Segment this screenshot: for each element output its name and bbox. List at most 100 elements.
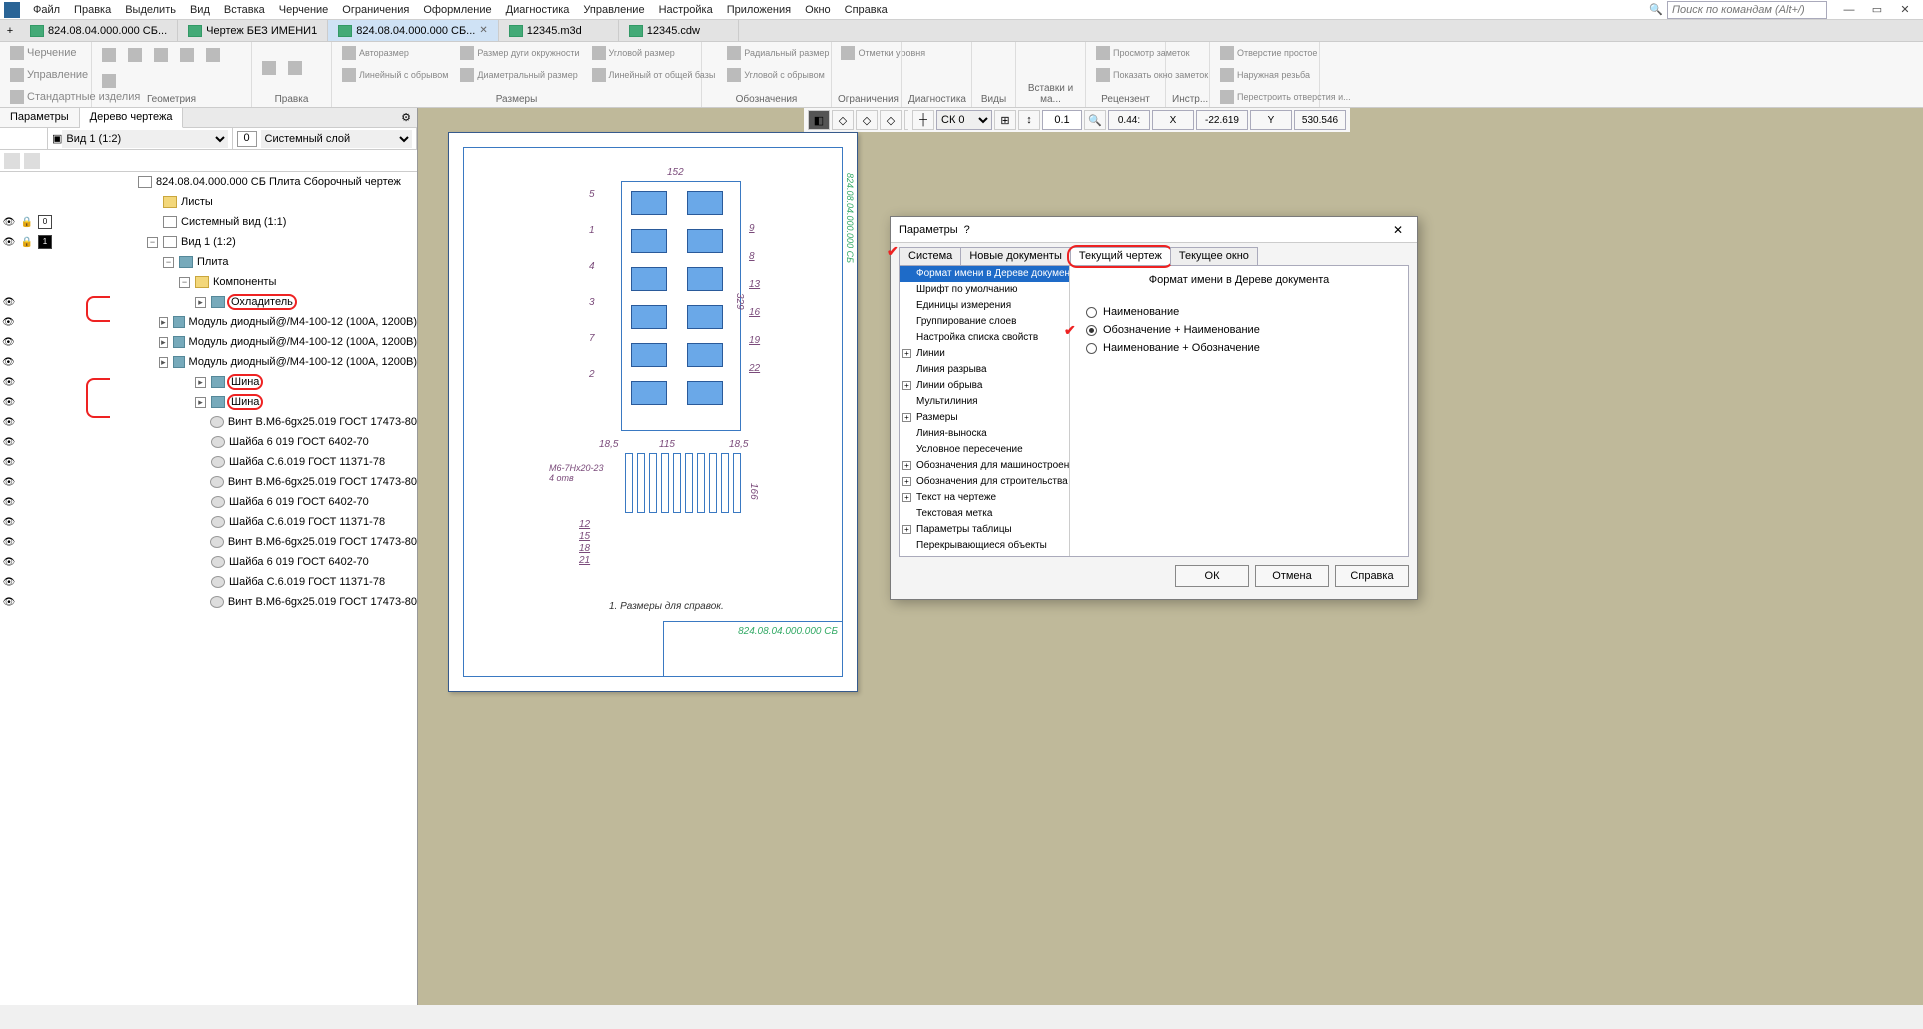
tree-row[interactable]: 👁▸Модуль диодный@/M4-100-12 (100А, 1200В… (0, 332, 417, 352)
tree-row[interactable]: 👁Шайба 6 019 ГОСТ 6402-70 (0, 552, 417, 572)
menu-view[interactable]: Вид (183, 2, 217, 18)
cancel-button[interactable]: Отмена (1255, 565, 1329, 587)
tree-row[interactable]: Листы (0, 192, 417, 212)
tree-row[interactable]: 👁Винт В.М6-6gx25.019 ГОСТ 17473-80 (0, 532, 417, 552)
tree-row[interactable]: 👁Шайба 6 019 ГОСТ 6402-70 (0, 492, 417, 512)
menu-constraints[interactable]: Ограничения (335, 2, 416, 18)
dlg-tree-item[interactable]: +Текст на чертеже (900, 490, 1069, 506)
dialog-titlebar[interactable]: Параметры ? ✕ (891, 217, 1417, 243)
tree-row[interactable]: 👁Винт В.М6-6gx25.019 ГОСТ 17473-80 (0, 472, 417, 492)
dim-auto[interactable]: Авторазмер (338, 44, 452, 62)
tree-row[interactable]: 👁▸Модуль диодный@/M4-100-12 (100А, 1200В… (0, 312, 417, 332)
dialog-tree[interactable]: Формат имени в Дереве документаШрифт по … (900, 266, 1070, 556)
geom-btn[interactable] (98, 44, 120, 66)
new-tab-button[interactable]: + (0, 20, 20, 41)
menu-insert[interactable]: Вставка (217, 2, 272, 18)
panel-gear-icon[interactable]: ⚙ (395, 108, 417, 127)
geom-btn[interactable] (202, 44, 224, 66)
dlg-tree-item[interactable]: +Обозначения для машиностроения (900, 458, 1069, 474)
tree-row[interactable]: 👁▸Шина (0, 392, 417, 412)
dlg-tree-item[interactable]: Текстовая метка (900, 506, 1069, 522)
radio-naming-0[interactable]: Наименование (1086, 306, 1392, 318)
dlg-tree-item[interactable]: Условное пересечение (900, 442, 1069, 458)
edit-btn[interactable] (284, 44, 306, 92)
dlg-tree-item[interactable]: Линия-выноска (900, 426, 1069, 442)
step-toggle[interactable]: ⊞ (994, 110, 1016, 130)
dlg-tab-newdocs[interactable]: Новые документы (960, 247, 1071, 265)
dlg-tree-item[interactable]: Настройка списка свойств (900, 330, 1069, 346)
layer-select[interactable]: Системный слой (261, 130, 413, 148)
file-tab-1[interactable]: Чертеж БЕЗ ИМЕНИ1 (178, 20, 328, 41)
dim-linear-base[interactable]: Линейный от общей базы (588, 66, 720, 84)
dlg-tree-item[interactable]: +Обозначения для строительства (900, 474, 1069, 490)
menu-diagnostics[interactable]: Диагностика (499, 2, 577, 18)
menu-settings[interactable]: Настройка (652, 2, 720, 18)
menu-edit[interactable]: Правка (67, 2, 118, 18)
view-select[interactable]: Вид 1 (1:2) (62, 130, 227, 148)
dialog-close-icon[interactable]: ✕ (1387, 221, 1409, 239)
dim-diametral[interactable]: Диаметральный размер (456, 66, 583, 84)
thread-outer[interactable]: Наружная резьба (1216, 66, 1355, 84)
canvas-tool[interactable]: ◇ (856, 110, 878, 130)
canvas-tool[interactable]: ◇ (880, 110, 902, 130)
menu-help[interactable]: Справка (838, 2, 895, 18)
menu-select[interactable]: Выделить (118, 2, 183, 18)
tree-row[interactable]: 👁Шайба 6 019 ГОСТ 6402-70 (0, 432, 417, 452)
dlg-tab-current-drawing[interactable]: Текущий чертеж (1070, 247, 1171, 265)
dlg-tree-item[interactable]: Мультилиния (900, 394, 1069, 410)
view-selector[interactable]: ▣Вид 1 (1:2) (48, 128, 233, 149)
dim-angular[interactable]: Угловой размер (588, 44, 720, 62)
menu-apps[interactable]: Приложения (720, 2, 798, 18)
geom-btn[interactable] (150, 44, 172, 66)
dialog-help-icon[interactable]: ? (958, 222, 976, 238)
dlg-tree-item[interactable]: Единицы измерения (900, 298, 1069, 314)
tree-row[interactable]: −Плита (0, 252, 417, 272)
side-tab-tree[interactable]: Дерево чертежа (80, 108, 184, 128)
help-button[interactable]: Справка (1335, 565, 1409, 587)
step-input[interactable] (1042, 110, 1082, 130)
dlg-tree-item[interactable]: +Линии (900, 346, 1069, 362)
tab-close-icon[interactable]: ✕ (479, 25, 487, 36)
tree-row[interactable]: 👁▸Модуль диодный@/M4-100-12 (100А, 1200В… (0, 352, 417, 372)
layer-selector[interactable]: 0Системный слой (233, 128, 418, 149)
ucs-icon[interactable]: ┼ (912, 110, 934, 130)
menu-draw[interactable]: Черчение (272, 2, 336, 18)
toggle-dark[interactable]: ◧ (808, 110, 830, 130)
close-button[interactable]: ✕ (1891, 1, 1919, 19)
file-tab-2[interactable]: 824.08.04.000.000 СБ...✕ (328, 20, 499, 41)
tree-row[interactable]: 👁Шайба C.6.019 ГОСТ 11371-78 (0, 452, 417, 472)
filter-icon[interactable] (4, 153, 20, 169)
file-tab-0[interactable]: 824.08.04.000.000 СБ... (20, 20, 178, 41)
menu-window[interactable]: Окно (798, 2, 838, 18)
drawing-tree[interactable]: 824.08.04.000.000 СБ Плита Сборочный чер… (0, 172, 417, 1005)
search-icon[interactable] (24, 153, 40, 169)
tree-row[interactable]: 👁🔒1−Вид 1 (1:2) (0, 232, 417, 252)
file-tab-3[interactable]: 12345.m3d (499, 20, 619, 41)
tree-row[interactable]: 👁Винт В.М6-6gx25.019 ГОСТ 17473-80 (0, 592, 417, 612)
tree-row[interactable]: 👁🔒0Системный вид (1:1) (0, 212, 417, 232)
dlg-tree-item[interactable]: Перекрывающиеся объекты (900, 538, 1069, 554)
menu-file[interactable]: Файл (26, 2, 67, 18)
tree-row[interactable]: 👁Шайба C.6.019 ГОСТ 11371-78 (0, 572, 417, 592)
minimize-button[interactable]: — (1835, 1, 1863, 19)
dlg-tree-item[interactable]: Формат имени в Дереве документа (900, 266, 1069, 282)
dlg-tree-item[interactable]: +Линии обрыва (900, 378, 1069, 394)
tree-row[interactable]: 👁▸Шина (0, 372, 417, 392)
hole-simple[interactable]: Отверстие простое (1216, 44, 1355, 62)
geom-btn[interactable] (98, 70, 120, 92)
step-icon[interactable]: ↕ (1018, 110, 1040, 130)
geom-btn[interactable] (176, 44, 198, 66)
dlg-tab-current-window[interactable]: Текущее окно (1170, 247, 1258, 265)
edit-btn[interactable] (258, 44, 280, 92)
dim-arc[interactable]: Размер дуги окружности (456, 44, 583, 62)
tree-row[interactable]: −Компоненты (0, 272, 417, 292)
file-tab-4[interactable]: 12345.cdw (619, 20, 739, 41)
search-input[interactable] (1667, 1, 1827, 19)
dlg-tree-item[interactable]: +Параметры таблицы (900, 522, 1069, 538)
dlg-tree-item[interactable]: Группирование слоев (900, 314, 1069, 330)
dlg-tree-item[interactable]: Шрифт по умолчанию (900, 282, 1069, 298)
menu-format[interactable]: Оформление (416, 2, 498, 18)
tree-row[interactable]: 👁Шайба C.6.019 ГОСТ 11371-78 (0, 512, 417, 532)
dlg-tree-item[interactable]: +Размеры (900, 410, 1069, 426)
canvas-tool[interactable]: ◇ (832, 110, 854, 130)
